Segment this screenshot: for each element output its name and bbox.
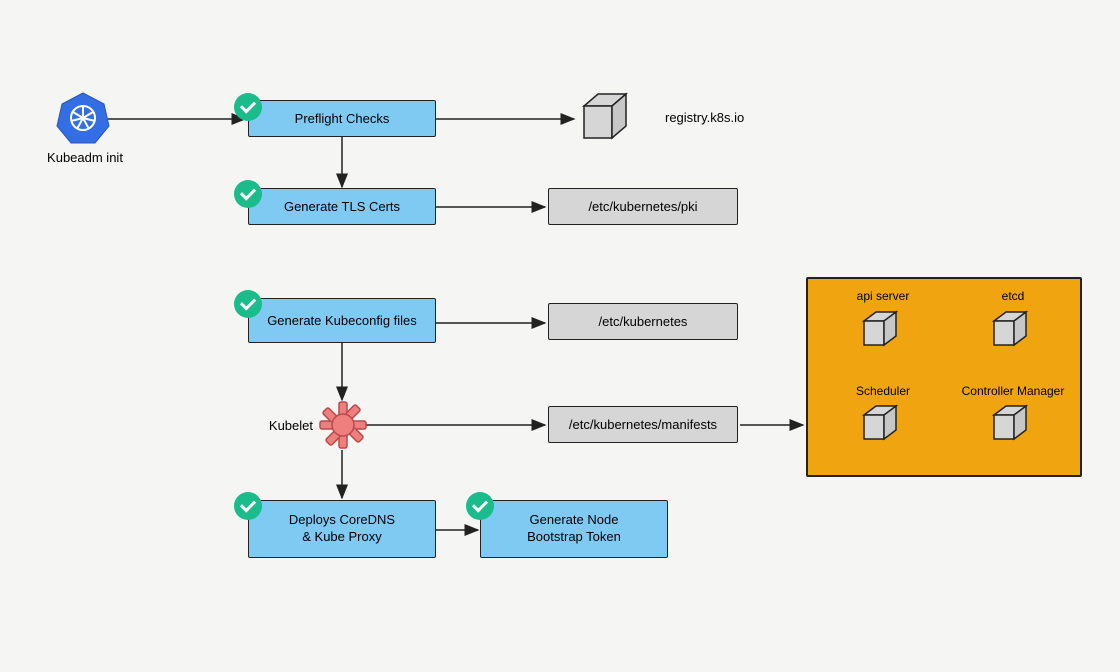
- kubeadm-icon: [55, 90, 111, 151]
- registry-label: registry.k8s.io: [665, 110, 775, 125]
- check-icon: [234, 93, 262, 121]
- step-preflight-label: Preflight Checks: [295, 111, 390, 126]
- step-kubeconfig-label: Generate Kubeconfig files: [267, 313, 417, 328]
- api-server-label: api server: [848, 289, 918, 303]
- output-pki: /etc/kubernetes/pki: [548, 188, 738, 225]
- step-bootstrap-label1: Generate Node: [530, 512, 619, 529]
- step-bootstrap-label2: Bootstrap Token: [527, 529, 621, 546]
- api-server-cube-icon: [858, 307, 906, 360]
- step-preflight: Preflight Checks: [248, 100, 436, 137]
- scheduler-label: Scheduler: [843, 384, 923, 398]
- output-pki-label: /etc/kubernetes/pki: [588, 199, 697, 214]
- step-kubeconfig: Generate Kubeconfig files: [248, 298, 436, 343]
- step-tls: Generate TLS Certs: [248, 188, 436, 225]
- output-manifests: /etc/kubernetes/manifests: [548, 406, 738, 443]
- output-manifests-label: /etc/kubernetes/manifests: [569, 417, 717, 432]
- registry-cube-icon: [576, 88, 640, 155]
- check-icon: [234, 290, 262, 318]
- step-coredns: Deploys CoreDNS & Kube Proxy: [248, 500, 436, 558]
- step-coredns-label1: Deploys CoreDNS: [289, 512, 395, 529]
- scheduler-cube-icon: [858, 401, 906, 454]
- check-icon: [234, 492, 262, 520]
- kubelet-gear-icon: [318, 400, 368, 455]
- output-kube-dir-label: /etc/kubernetes: [599, 314, 688, 329]
- step-bootstrap: Generate Node Bootstrap Token: [480, 500, 668, 558]
- output-kube-dir: /etc/kubernetes: [548, 303, 738, 340]
- kubeadm-label: Kubeadm init: [40, 150, 130, 165]
- check-icon: [234, 180, 262, 208]
- controller-cube-icon: [988, 401, 1036, 454]
- control-plane-box: api server etcd Scheduler Controller Man…: [806, 277, 1082, 477]
- etcd-cube-icon: [988, 307, 1036, 360]
- controller-label: Controller Manager: [948, 384, 1078, 398]
- step-coredns-label2: & Kube Proxy: [302, 529, 382, 546]
- etcd-label: etcd: [983, 289, 1043, 303]
- check-icon: [466, 492, 494, 520]
- kubelet-label: Kubelet: [258, 418, 313, 433]
- step-tls-label: Generate TLS Certs: [284, 199, 400, 214]
